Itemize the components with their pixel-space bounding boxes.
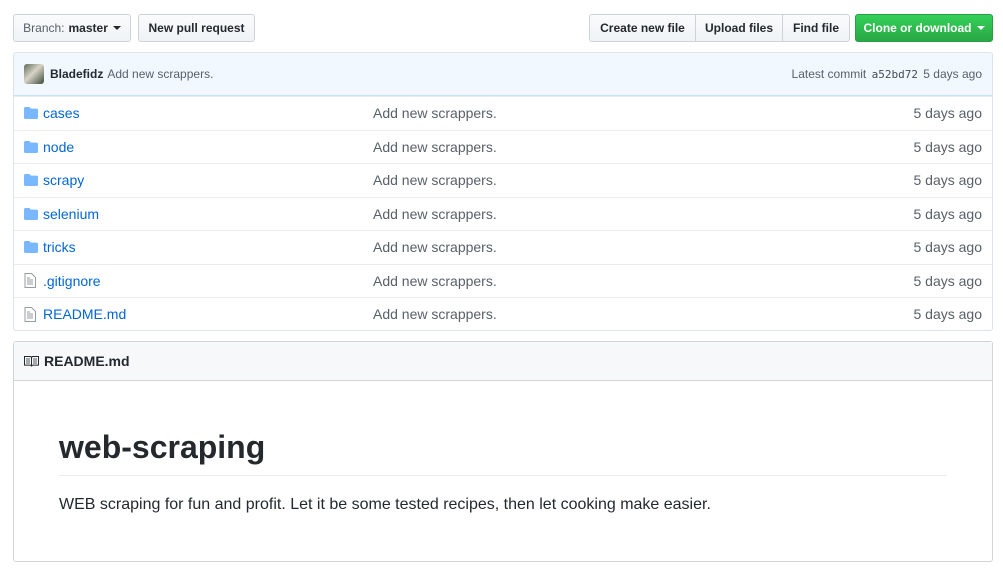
file-age: 5 days ago	[913, 138, 983, 155]
folder-icon	[24, 240, 38, 254]
readme-panel: README.md web-scraping WEB scraping for …	[13, 341, 993, 562]
readme-content: web-scraping WEB scraping for fun and pr…	[14, 381, 992, 514]
file-commit-message[interactable]: Add new scrappers.	[373, 206, 497, 222]
file-commit-message[interactable]: Add new scrappers.	[373, 306, 497, 322]
new-pull-request-button[interactable]: New pull request	[138, 14, 255, 42]
file-name[interactable]: selenium	[43, 206, 99, 222]
file-icon	[24, 306, 38, 322]
book-icon	[24, 355, 39, 367]
file-row: scrapy Add new scrappers. 5 days ago	[14, 163, 992, 197]
commit-age: 5 days ago	[923, 67, 982, 81]
avatar[interactable]	[24, 64, 44, 84]
commit-message[interactable]: Add new scrappers.	[107, 67, 213, 81]
file-row: .gitignore Add new scrappers. 5 days ago	[14, 263, 992, 298]
commit-author[interactable]: Bladefidz	[50, 67, 103, 81]
file-commit-message[interactable]: Add new scrappers.	[373, 105, 497, 121]
file-commit-message[interactable]: Add new scrappers.	[373, 172, 497, 188]
file-name[interactable]: scrapy	[43, 172, 84, 188]
latest-commit-bar: Bladefidz Add new scrappers. Latest comm…	[14, 53, 992, 96]
folder-icon	[24, 140, 38, 154]
file-row: selenium Add new scrappers. 5 days ago	[14, 196, 992, 231]
file-actions-group: Create new file Upload files Find file	[589, 14, 850, 42]
file-age: 5 days ago	[913, 172, 983, 189]
folder-icon	[24, 106, 38, 120]
readme-description: WEB scraping for fun and profit. Let it …	[59, 495, 711, 513]
caret-down-icon	[112, 26, 121, 30]
create-new-file-button[interactable]: Create new file	[589, 14, 696, 42]
file-icon	[24, 273, 38, 289]
file-age: 5 days ago	[913, 105, 983, 122]
branch-name: master	[68, 21, 108, 35]
folder-icon	[24, 173, 38, 187]
folder-icon	[24, 207, 38, 221]
find-file-button[interactable]: Find file	[782, 14, 850, 42]
file-commit-message[interactable]: Add new scrappers.	[373, 139, 497, 155]
readme-header: README.md	[14, 342, 992, 381]
file-name[interactable]: node	[43, 139, 74, 155]
branch-prefix: Branch:	[23, 21, 65, 35]
file-row: tricks Add new scrappers. 5 days ago	[14, 230, 992, 264]
upload-files-button[interactable]: Upload files	[695, 14, 783, 42]
file-name[interactable]: README.md	[43, 306, 126, 322]
file-age: 5 days ago	[913, 272, 983, 289]
file-list: Bladefidz Add new scrappers. Latest comm…	[13, 52, 993, 331]
readme-title: web-scraping	[59, 429, 947, 476]
latest-commit-info: Latest commit a52bd72 5 days ago	[792, 67, 982, 81]
caret-down-icon	[976, 26, 985, 30]
file-age: 5 days ago	[913, 306, 983, 323]
file-age: 5 days ago	[913, 239, 983, 256]
file-name[interactable]: tricks	[43, 239, 76, 255]
file-row: node Add new scrappers. 5 days ago	[14, 129, 992, 164]
file-commit-message[interactable]: Add new scrappers.	[373, 239, 497, 255]
file-name[interactable]: cases	[43, 105, 80, 121]
file-commit-message[interactable]: Add new scrappers.	[373, 273, 497, 289]
clone-or-download-button[interactable]: Clone or download	[855, 14, 993, 42]
file-row: cases Add new scrappers. 5 days ago	[14, 96, 992, 130]
file-name[interactable]: .gitignore	[43, 273, 101, 289]
commit-sha[interactable]: a52bd72	[872, 68, 918, 81]
clone-label: Clone or download	[863, 21, 972, 35]
file-age: 5 days ago	[913, 205, 983, 222]
latest-commit-label: Latest commit	[791, 67, 867, 81]
readme-filename[interactable]: README.md	[44, 353, 130, 369]
branch-select-button[interactable]: Branch: master	[13, 14, 131, 42]
file-row: README.md Add new scrappers. 5 days ago	[14, 297, 992, 330]
